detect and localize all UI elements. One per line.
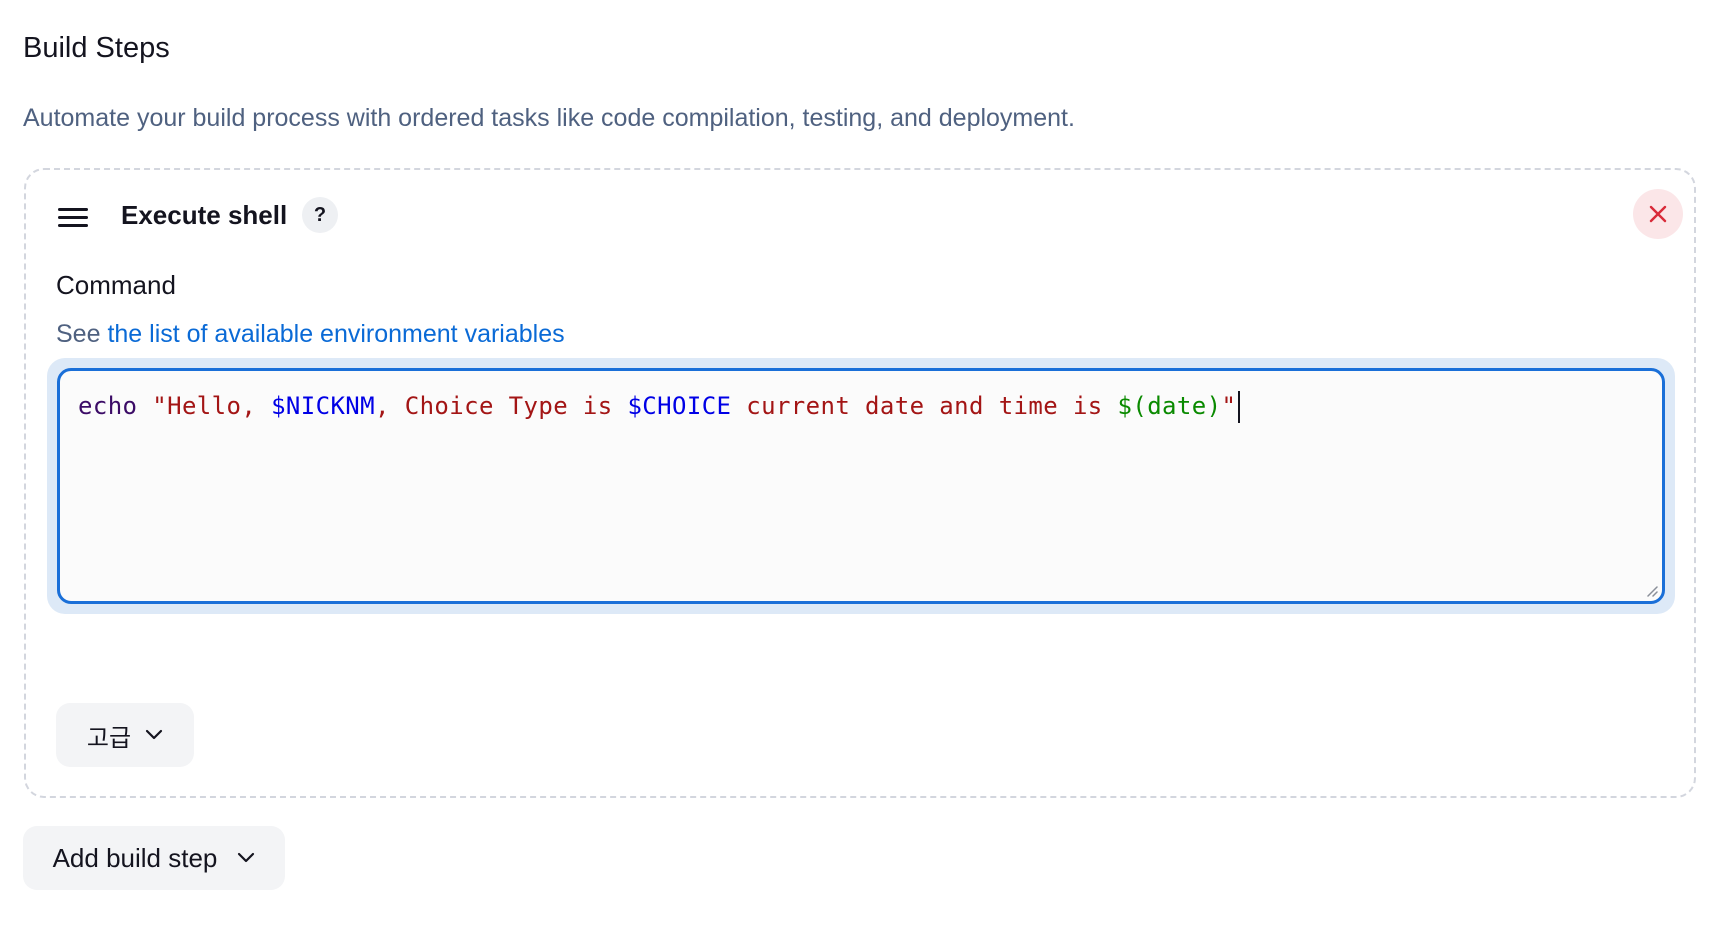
env-hint-prefix: See [56,320,108,348]
code-token-variable: $CHOICE [627,392,732,420]
section-title: Build Steps [23,32,170,64]
code-token-string: " [1221,392,1237,420]
env-hint: See the list of available environment va… [56,320,565,349]
chevron-down-icon [238,852,255,863]
add-build-step-label: Add build step [52,842,218,873]
advanced-label: 고급 [86,724,132,752]
add-build-step-button[interactable]: Add build step [23,826,285,890]
code-token-keyword: echo [78,392,138,420]
code-token-substitution: $(date) [1117,392,1222,420]
code-token-string: "Hello, [137,392,272,420]
code-token-string: current date and time is [731,392,1118,420]
remove-step-button[interactable] [1633,189,1683,239]
command-label: Command [56,270,176,300]
code-token-variable: $NICKNM [271,392,376,420]
text-caret [1238,391,1241,423]
close-icon [1649,205,1667,223]
command-editor[interactable]: echo "Hello, $NICKNM, Choice Type is $CH… [57,368,1665,604]
env-variables-link[interactable]: the list of available environment variab… [107,320,564,348]
build-step-card: Execute shell ? Command See the list of … [24,168,1696,798]
code-token-string: , Choice Type is [375,392,628,420]
section-description: Automate your build process with ordered… [23,104,1075,132]
advanced-button[interactable]: 고급 [56,703,194,767]
command-code-line[interactable]: echo "Hello, $NICKNM, Choice Type is $CH… [78,391,1241,423]
drag-handle-icon[interactable] [58,208,88,232]
chevron-down-icon [145,729,163,740]
resize-handle-icon[interactable] [1644,583,1658,597]
step-title: Execute shell [121,200,288,230]
help-button[interactable]: ? [302,197,338,233]
